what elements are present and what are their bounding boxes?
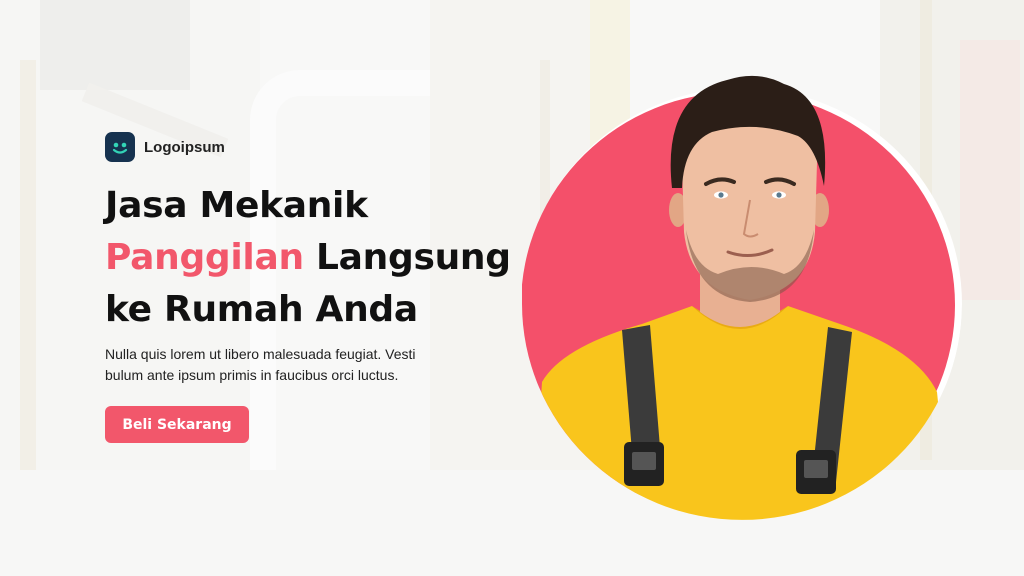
headline-line-2-rest: Langsung [303,237,511,278]
buy-now-button[interactable]: Beli Sekarang [105,406,249,443]
headline-line-2: Panggilan Langsung [105,232,535,284]
headline-accent: Panggilan [105,237,304,278]
page-headline: Jasa Mekanik Panggilan Langsung ke Rumah… [105,180,535,336]
logo-icon [105,132,135,162]
brand-logo[interactable]: Logoipsum [105,132,225,162]
hero-image [522,62,962,532]
mechanic-photo [522,75,962,520]
headline-line-1: Jasa Mekanik [105,185,368,226]
headline-line-3: ke Rumah Anda [105,289,418,330]
brand-name: Logoipsum [144,138,225,156]
hero-description: Nulla quis lorem ut libero malesuada feu… [105,346,416,383]
